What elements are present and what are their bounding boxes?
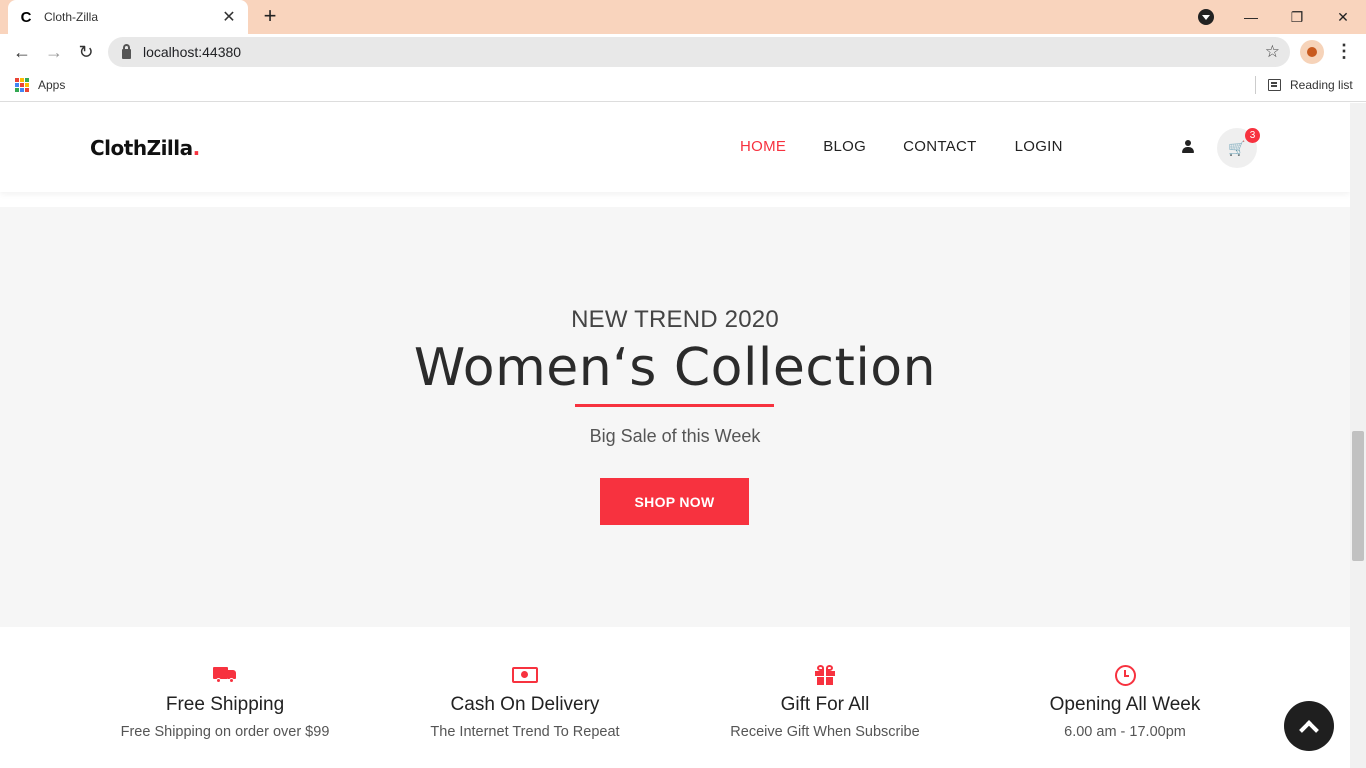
site-logo[interactable]: ClothZilla. [90,136,200,160]
profile-avatar[interactable] [1300,40,1324,64]
feature-desc: 6.00 am - 17.00pm [1064,724,1186,740]
nav-blog[interactable]: BLOG [823,138,866,155]
gift-icon [815,665,835,685]
user-icon-head [1185,140,1191,146]
user-icon-body [1182,147,1194,153]
apps-bookmark[interactable]: Apps [38,78,65,92]
page-viewport: ClothZilla. HOME BLOG CONTACT LOGIN 🛒 3 … [0,103,1350,768]
browser-toolbar: ← → ↻ localhost:44380 ☆ ⋮ [0,34,1366,70]
logo-dot: . [192,136,201,160]
divider [1255,76,1256,94]
main-nav: HOME BLOG CONTACT LOGIN [740,138,1101,155]
site-favicon-icon: C [20,8,32,26]
reload-icon[interactable]: ↻ [72,38,100,66]
feature-title: Cash On Delivery [450,694,600,715]
hero-title: Women‘s Collection [413,338,937,398]
hero-kicker: NEW TREND 2020 [571,306,779,333]
feature-free-shipping: Free Shipping Free Shipping on order ove… [75,663,375,740]
hero-subtitle: Big Sale of this Week [589,426,761,446]
back-to-top-button[interactable] [1284,701,1334,751]
lock-icon[interactable] [122,43,131,59]
feature-desc: Receive Gift When Subscribe [730,724,920,740]
apps-grid-icon[interactable] [15,78,29,92]
feature-title: Opening All Week [1049,694,1201,715]
new-tab-button[interactable]: + [258,5,282,29]
browser-tab[interactable]: C Cloth-Zilla ✕ [8,0,248,34]
page-scrollbar[interactable] [1350,103,1366,768]
nav-contact[interactable]: CONTACT [903,138,976,155]
tab-title: Cloth-Zilla [44,10,99,24]
bookmarks-bar: Apps Reading list [0,70,1366,102]
tab-search-icon[interactable] [1198,9,1214,25]
shop-now-button[interactable]: SHOP NOW [600,478,749,525]
features-strip: Free Shipping Free Shipping on order ove… [0,627,1350,768]
hero-banner: NEW TREND 2020 Women‘s Collection Big Sa… [0,207,1350,627]
chevron-up-icon [1299,719,1319,740]
close-window-button[interactable]: ✕ [1320,0,1366,34]
feature-title: Gift For All [780,694,870,715]
truck-icon [213,667,237,683]
clock-icon [1114,664,1136,686]
feature-opening-all-week: Opening All Week 6.00 am - 17.00pm [975,663,1275,740]
scrollbar-thumb[interactable] [1352,431,1364,561]
feature-gift-for-all: Gift For All Receive Gift When Subscribe [675,663,975,740]
reading-list-button[interactable]: Reading list [1290,78,1353,92]
url-text[interactable]: localhost:44380 [143,44,241,60]
tab-close-icon[interactable]: ✕ [220,7,238,27]
feature-cash-on-delivery: Cash On Delivery The Internet Trend To R… [375,663,675,740]
nav-home[interactable]: HOME [740,138,786,155]
site-header: ClothZilla. HOME BLOG CONTACT LOGIN 🛒 3 [0,103,1350,192]
nav-login[interactable]: LOGIN [1015,138,1063,155]
money-icon [512,667,538,683]
restore-button[interactable]: ❐ [1274,0,1320,34]
minimize-button[interactable]: — [1228,0,1274,34]
address-bar[interactable]: localhost:44380 ☆ [108,37,1290,67]
forward-arrow-icon[interactable]: → [40,38,68,66]
feature-desc: The Internet Trend To Repeat [430,724,620,740]
user-icon[interactable] [1181,140,1195,156]
shopping-cart-icon: 🛒 [1228,139,1246,156]
feature-desc: Free Shipping on order over $99 [120,724,330,740]
back-arrow-icon[interactable]: ← [8,38,36,66]
feature-title: Free Shipping [165,694,285,715]
cart-count-badge: 3 [1245,128,1260,143]
bookmark-star-icon[interactable]: ☆ [1265,42,1280,62]
hero-underline [575,404,774,407]
logo-text: ClothZilla [90,136,193,160]
browser-tabbar: C Cloth-Zilla ✕ + — ❐ ✕ [0,0,1366,34]
browser-menu-icon[interactable]: ⋮ [1334,40,1354,64]
reading-list-icon[interactable] [1268,79,1281,91]
profile-icon [1307,47,1317,57]
cart-button[interactable]: 🛒 3 [1217,128,1260,168]
